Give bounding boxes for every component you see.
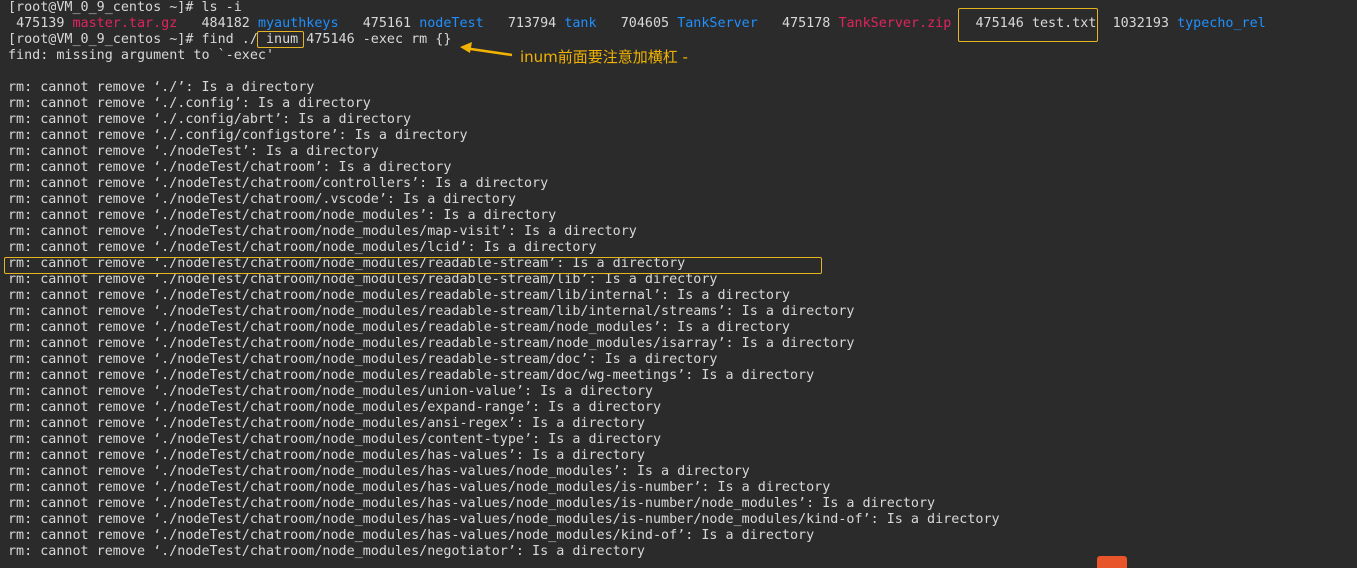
- rm-error-line: rm: cannot remove ‘./nodeTest/chatroom/n…: [8, 480, 831, 495]
- rm-error-line: rm: cannot remove ‘./nodeTest/chatroom/n…: [8, 528, 815, 543]
- directory-entry: tank: [564, 16, 597, 31]
- annotation-note: inum前面要注意加横杠 -: [520, 48, 688, 66]
- rm-error-line: rm: cannot remove ‘./.config’: Is a dire…: [8, 96, 371, 111]
- rm-error-line: rm: cannot remove ‘./nodeTest/chatroom/n…: [8, 496, 936, 511]
- prompt: [root@VM_0_9_centos ~]# find ./: [8, 32, 266, 47]
- inode-number: 475161: [362, 16, 412, 31]
- inode-number: 713794: [507, 16, 557, 31]
- rm-error-line: rm: cannot remove ‘./nodeTest/chatroom/n…: [8, 304, 855, 319]
- directory-entry: TankServer: [677, 16, 758, 31]
- inode-number: 475178: [782, 16, 831, 31]
- rm-error-line: rm: cannot remove ‘./nodeTest/chatroom/n…: [8, 352, 718, 367]
- rm-error-line: rm: cannot remove ‘./nodeTest/chatroom/n…: [8, 400, 662, 415]
- inode-number: 484182: [201, 16, 250, 31]
- rm-error-line: rm: cannot remove ‘./nodeTest/chatroom/n…: [8, 464, 750, 479]
- rm-error-line: rm: cannot remove ‘./nodeTest/chatroom/n…: [8, 368, 815, 383]
- rm-error-line: rm: cannot remove ‘./nodeTest/chatroom/n…: [8, 240, 597, 255]
- find-command-line: [root@VM_0_9_centos ~]# find ./ inum 475…: [8, 32, 451, 48]
- directory-entry: nodeTest: [419, 16, 484, 31]
- rm-error-line: rm: cannot remove ‘./nodeTest/chatroom/n…: [8, 272, 718, 287]
- rm-error-line: rm: cannot remove ‘./nodeTest/chatroom/n…: [8, 448, 645, 463]
- inode-number: 475139: [16, 16, 65, 31]
- directory-entry: myauthkeys: [257, 16, 339, 31]
- arrow-icon: [460, 42, 513, 57]
- rm-error-line: rm: cannot remove ‘./nodeTest/chatroom/c…: [8, 176, 549, 191]
- rm-error-line: rm: cannot remove ‘./nodeTest’: Is a dir…: [8, 144, 379, 159]
- rm-error-line: rm: cannot remove ‘./nodeTest/chatroom/n…: [8, 544, 645, 559]
- rm-error-line: rm: cannot remove ‘./nodeTest/chatroom/n…: [8, 208, 557, 223]
- file-entry: TankServer.zip: [838, 16, 952, 31]
- terminal-window[interactable]: [root@VM_0_9_centos ~]# ls -i 475139 mas…: [0, 0, 1357, 568]
- highlight-box-inum: [257, 31, 304, 48]
- watermark-logo: [1097, 556, 1127, 568]
- highlight-box-readable-stream: [4, 257, 822, 274]
- inode-number: 1032193: [1112, 16, 1169, 31]
- find-arguments: 475146 -exec rm {}: [306, 32, 452, 47]
- find-error-line: find: missing argument to `-exec': [8, 48, 275, 63]
- rm-error-line: rm: cannot remove ‘./nodeTest/chatroom/.…: [8, 192, 516, 207]
- highlight-box-test-file: [958, 8, 1098, 42]
- rm-error-line: rm: cannot remove ‘./nodeTest/chatroom’:…: [8, 160, 452, 175]
- rm-error-line: rm: cannot remove ‘./nodeTest/chatroom/n…: [8, 336, 855, 351]
- rm-error-line: rm: cannot remove ‘./nodeTest/chatroom/n…: [8, 320, 790, 335]
- rm-error-line: rm: cannot remove ‘./nodeTest/chatroom/n…: [8, 512, 1000, 527]
- rm-error-line: rm: cannot remove ‘./.config/configstore…: [8, 128, 468, 143]
- rm-error-line: rm: cannot remove ‘./nodeTest/chatroom/n…: [8, 416, 645, 431]
- file-entry: master.tar.gz: [72, 16, 178, 31]
- directory-entry: typecho_rel: [1177, 16, 1266, 31]
- rm-error-line: rm: cannot remove ‘./nodeTest/chatroom/n…: [8, 384, 653, 399]
- rm-error-line: rm: cannot remove ‘./nodeTest/chatroom/n…: [8, 288, 790, 303]
- ls-command-line: [root@VM_0_9_centos ~]# ls -i: [8, 0, 242, 15]
- rm-error-line: rm: cannot remove ‘./nodeTest/chatroom/n…: [8, 224, 637, 239]
- inode-number: 704605: [620, 16, 670, 31]
- rm-error-line: rm: cannot remove ‘./nodeTest/chatroom/n…: [8, 432, 662, 447]
- rm-error-line: rm: cannot remove ‘./.config/abrt’: Is a…: [8, 112, 412, 127]
- rm-error-line: rm: cannot remove ‘./’: Is a directory: [8, 80, 315, 95]
